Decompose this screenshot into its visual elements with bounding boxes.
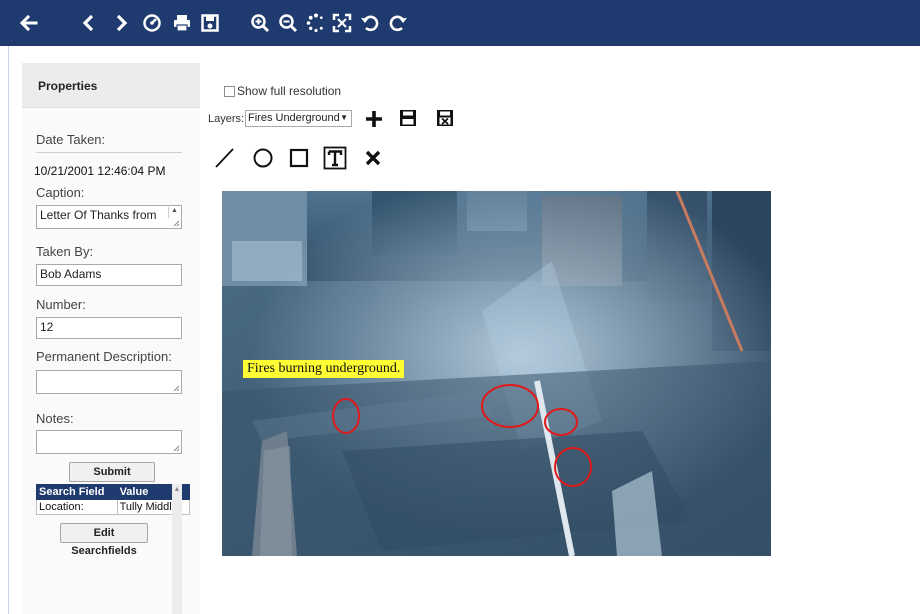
show-full-resolution-label: Show full resolution — [237, 84, 342, 98]
spinner-icon[interactable] — [304, 10, 328, 36]
resize-grip-icon[interactable] — [173, 385, 180, 392]
rotate-left-icon[interactable] — [358, 10, 382, 36]
text-tool-icon[interactable] — [323, 146, 347, 175]
top-toolbar — [0, 0, 920, 46]
caption-value: Letter Of Thanks from — [40, 208, 157, 222]
fit-screen-icon[interactable] — [330, 10, 354, 36]
searchfield-header-row: Search Field Value — [36, 484, 191, 500]
notes-label: Notes: — [36, 411, 74, 426]
show-full-resolution-option[interactable]: Show full resolution — [224, 84, 341, 98]
rectangle-tool-icon[interactable] — [288, 147, 310, 174]
number-field[interactable]: 12 — [36, 317, 182, 339]
add-layer-icon[interactable] — [364, 109, 384, 134]
zoom-in-icon[interactable] — [248, 10, 272, 36]
date-taken-value: 10/21/2001 12:46:04 PM — [34, 164, 166, 178]
resize-grip-icon[interactable] — [173, 220, 180, 227]
date-taken-divider — [36, 152, 182, 153]
permanent-description-field[interactable] — [36, 370, 182, 394]
date-taken-label: Date Taken: — [36, 132, 106, 147]
layers-select[interactable]: Fires Underground ▼ — [245, 110, 352, 127]
layers-label: Layers: — [208, 113, 245, 125]
taken-by-label: Taken By: — [36, 244, 94, 259]
number-label: Number: — [36, 297, 86, 312]
notes-field[interactable] — [36, 430, 182, 454]
taken-by-field[interactable]: Bob Adams — [36, 264, 182, 286]
caption-label: Caption: — [36, 185, 85, 200]
line-tool-icon[interactable] — [213, 147, 235, 174]
caption-field[interactable]: Letter Of Thanks from ▲ — [36, 205, 182, 229]
rotate-right-icon[interactable] — [386, 10, 410, 36]
save-layer-icon[interactable] — [399, 109, 417, 132]
edit-searchfields-button[interactable]: Edit Searchfields — [60, 523, 148, 557]
prev-icon[interactable] — [78, 10, 100, 36]
submit-changes-button[interactable]: Submit Changes — [69, 462, 155, 496]
resize-grip-icon[interactable] — [173, 445, 180, 452]
properties-header: Properties — [22, 63, 200, 108]
searchfield-table: Search Field Value Location: Tully Middl… — [36, 484, 191, 515]
layers-selected-value: Fires Underground — [248, 112, 340, 124]
scroll-up-icon[interactable]: ▲ — [172, 486, 182, 493]
chevron-down-icon: ▼ — [340, 113, 348, 122]
zoom-out-icon[interactable] — [276, 10, 300, 36]
show-full-resolution-checkbox[interactable] — [224, 85, 235, 97]
searchfield-col-header: Search Field — [36, 484, 118, 500]
taken-by-value: Bob Adams — [40, 267, 102, 281]
searchfield-scrollbar[interactable]: ▲ — [172, 484, 182, 614]
delete-tool-icon[interactable] — [364, 149, 382, 172]
delete-layer-icon[interactable] — [436, 109, 454, 132]
caption-scroll-icon[interactable]: ▲ — [168, 207, 180, 218]
properties-title: Properties — [38, 79, 98, 93]
number-value: 12 — [40, 320, 54, 334]
circle-tool-icon[interactable] — [252, 147, 274, 174]
next-icon[interactable] — [110, 10, 132, 36]
speedometer-icon[interactable] — [140, 10, 164, 36]
table-row[interactable]: Location: Tully Middle — [36, 499, 191, 515]
left-border — [8, 46, 9, 614]
print-icon[interactable] — [170, 10, 194, 36]
back-arrow-icon[interactable] — [16, 10, 40, 36]
annotation-label[interactable]: Fires burning underground. — [243, 360, 405, 378]
save-icon[interactable] — [198, 10, 222, 36]
table-cell: Location: — [36, 499, 118, 515]
permanent-description-label: Permanent Description: — [36, 349, 172, 364]
